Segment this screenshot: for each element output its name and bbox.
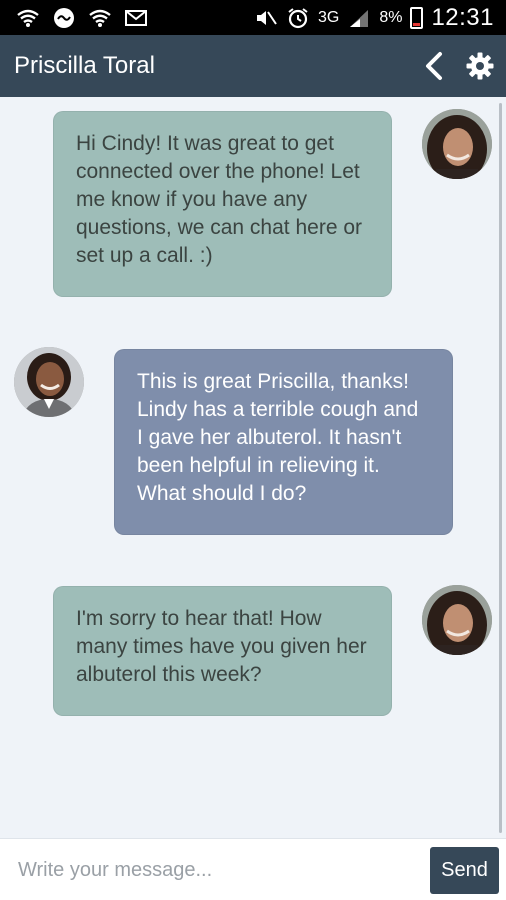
status-left xyxy=(16,7,148,29)
chevron-left-icon[interactable] xyxy=(416,48,452,84)
avatar xyxy=(422,585,492,655)
header-actions xyxy=(416,48,498,84)
chat-thread[interactable]: Hi Cindy! It was great to get connected … xyxy=(0,97,506,838)
sync-icon xyxy=(52,7,76,29)
gear-icon[interactable] xyxy=(462,48,498,84)
status-right: 3G 8% 12:31 xyxy=(254,4,494,32)
scrollbar[interactable] xyxy=(499,103,502,833)
message-input[interactable] xyxy=(0,839,425,900)
message-bubble-incoming: I'm sorry to hear that! How many times h… xyxy=(53,586,392,716)
battery-icon xyxy=(410,6,424,29)
battery-level: 8% xyxy=(379,8,403,26)
chat-header: Priscilla Toral xyxy=(0,35,506,97)
wifi-icon xyxy=(88,7,112,29)
clock: 12:31 xyxy=(431,3,494,31)
wifi-icon xyxy=(16,7,40,29)
send-button[interactable]: Send xyxy=(430,847,499,894)
mail-icon xyxy=(124,7,148,29)
avatar xyxy=(422,109,492,179)
alarm-icon xyxy=(286,7,310,29)
mute-icon xyxy=(254,7,278,29)
status-bar: 3G 8% 12:31 xyxy=(0,0,506,35)
message-bubble-outgoing: This is great Priscilla, thanks! Lindy h… xyxy=(114,349,453,535)
network-type: 3G xyxy=(317,8,340,26)
message-composer: Send xyxy=(0,838,506,900)
signal-icon xyxy=(347,7,371,29)
message-bubble-incoming: Hi Cindy! It was great to get connected … xyxy=(53,111,392,297)
contact-name: Priscilla Toral xyxy=(14,52,155,79)
avatar xyxy=(14,347,84,417)
